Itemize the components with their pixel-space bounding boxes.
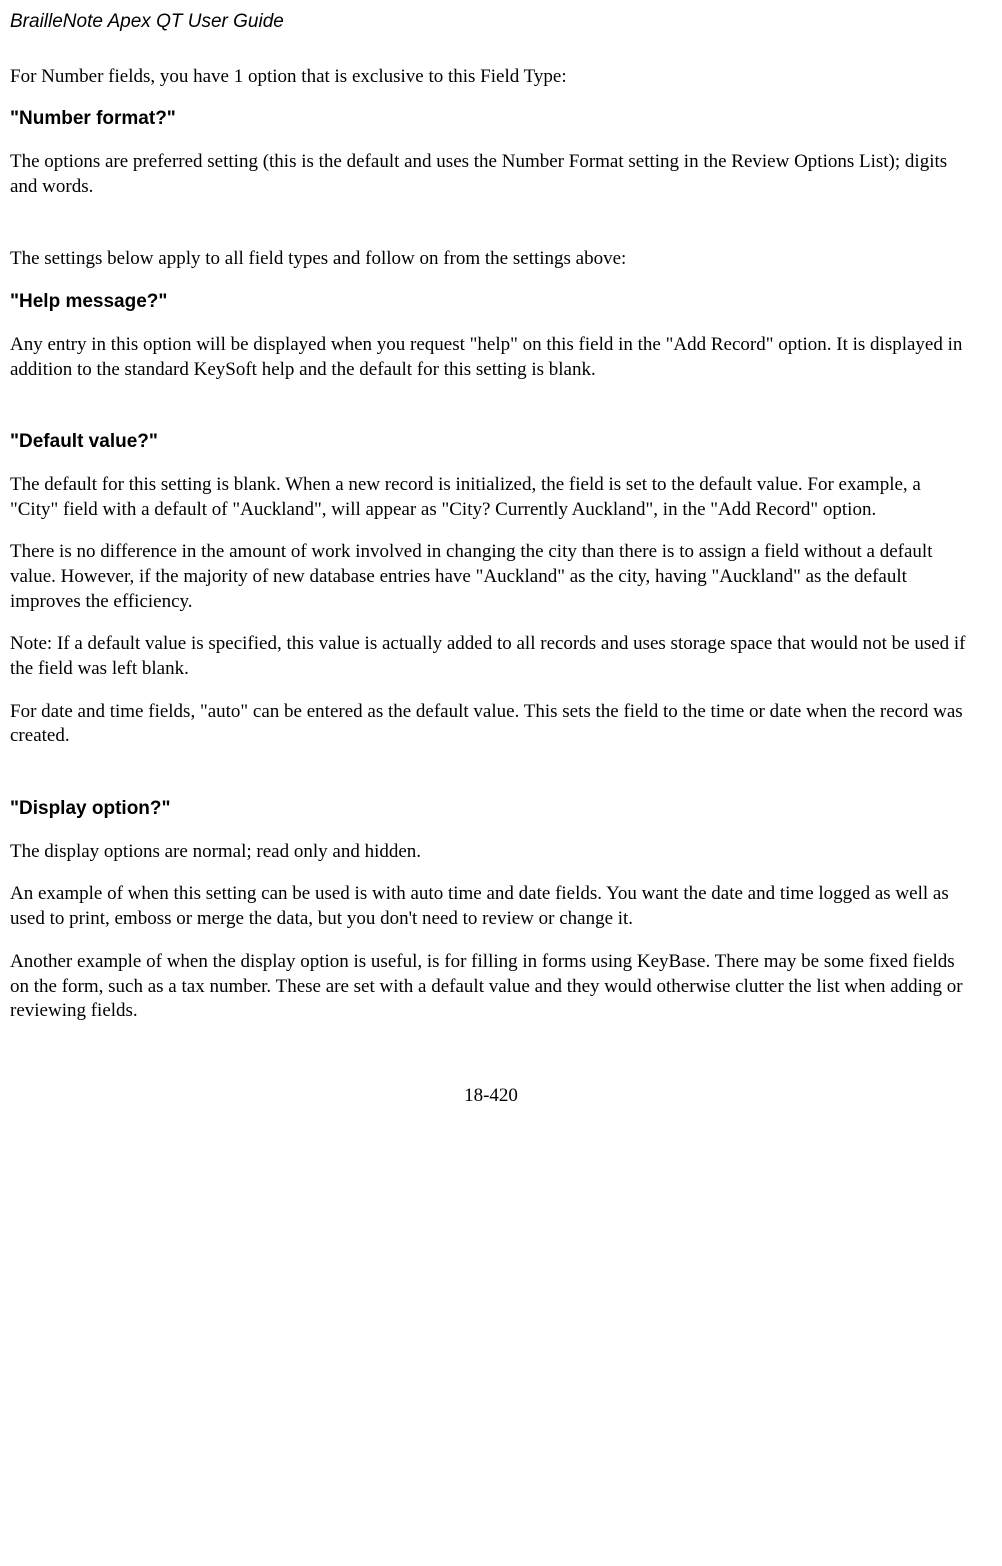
- page-number: 18-420: [10, 1084, 972, 1109]
- default-value-body-3: Note: If a default value is specified, t…: [10, 632, 972, 681]
- default-value-body-4: For date and time fields, "auto" can be …: [10, 700, 972, 749]
- number-format-heading: "Number format?": [10, 107, 972, 132]
- default-value-body-1: The default for this setting is blank. W…: [10, 473, 972, 522]
- display-option-body-3: Another example of when the display opti…: [10, 950, 972, 1024]
- default-value-body-2: There is no difference in the amount of …: [10, 540, 972, 614]
- section-spacer: [10, 767, 972, 797]
- display-option-heading: "Display option?": [10, 797, 972, 822]
- help-message-body: Any entry in this option will be display…: [10, 333, 972, 382]
- display-option-body-1: The display options are normal; read onl…: [10, 840, 972, 865]
- default-value-heading: "Default value?": [10, 430, 972, 455]
- display-option-body-2: An example of when this setting can be u…: [10, 882, 972, 931]
- document-header-title: BrailleNote Apex QT User Guide: [10, 10, 972, 35]
- intro-paragraph: For Number fields, you have 1 option tha…: [10, 65, 972, 90]
- section-spacer: [10, 217, 972, 247]
- section-spacer: [10, 400, 972, 430]
- transition-paragraph: The settings below apply to all field ty…: [10, 247, 972, 272]
- help-message-heading: "Help message?": [10, 290, 972, 315]
- number-format-body: The options are preferred setting (this …: [10, 150, 972, 199]
